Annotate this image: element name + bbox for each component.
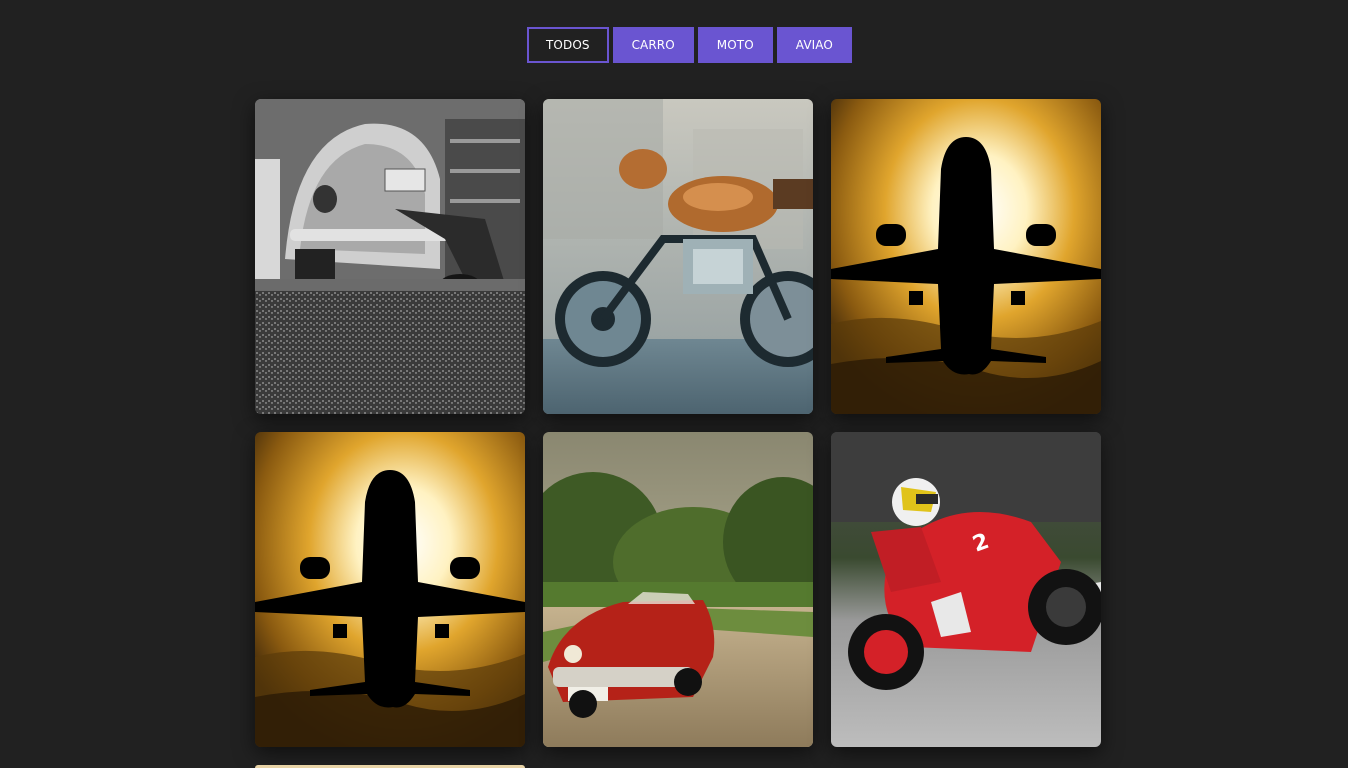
- gallery-grid: 2: [255, 99, 1101, 747]
- filter-carro-button[interactable]: CARRO: [612, 27, 694, 63]
- gallery-card-aviao[interactable]: [255, 432, 525, 747]
- gallery-card-carro[interactable]: [255, 99, 525, 414]
- filter-bar: TODOS CARRO MOTO AVIAO: [527, 27, 852, 63]
- filter-aviao-button[interactable]: AVIAO: [776, 27, 852, 63]
- vintage-beetle-bw-photo: [255, 99, 525, 414]
- racing-motorcycle-photo: 2: [831, 432, 1101, 747]
- bronze-motorcycle-photo: [543, 99, 813, 414]
- gallery-card-carro[interactable]: [543, 432, 813, 747]
- airplane-sunset-photo: [255, 432, 525, 747]
- red-classic-car-photo: [543, 432, 813, 747]
- filter-moto-button[interactable]: MOTO: [697, 27, 773, 63]
- filter-todos-button[interactable]: TODOS: [527, 27, 609, 63]
- gallery-card-moto[interactable]: [543, 99, 813, 414]
- gallery-card-moto[interactable]: 2: [831, 432, 1101, 747]
- gallery-card-aviao[interactable]: [831, 99, 1101, 414]
- airplane-sunset-photo: [831, 99, 1101, 414]
